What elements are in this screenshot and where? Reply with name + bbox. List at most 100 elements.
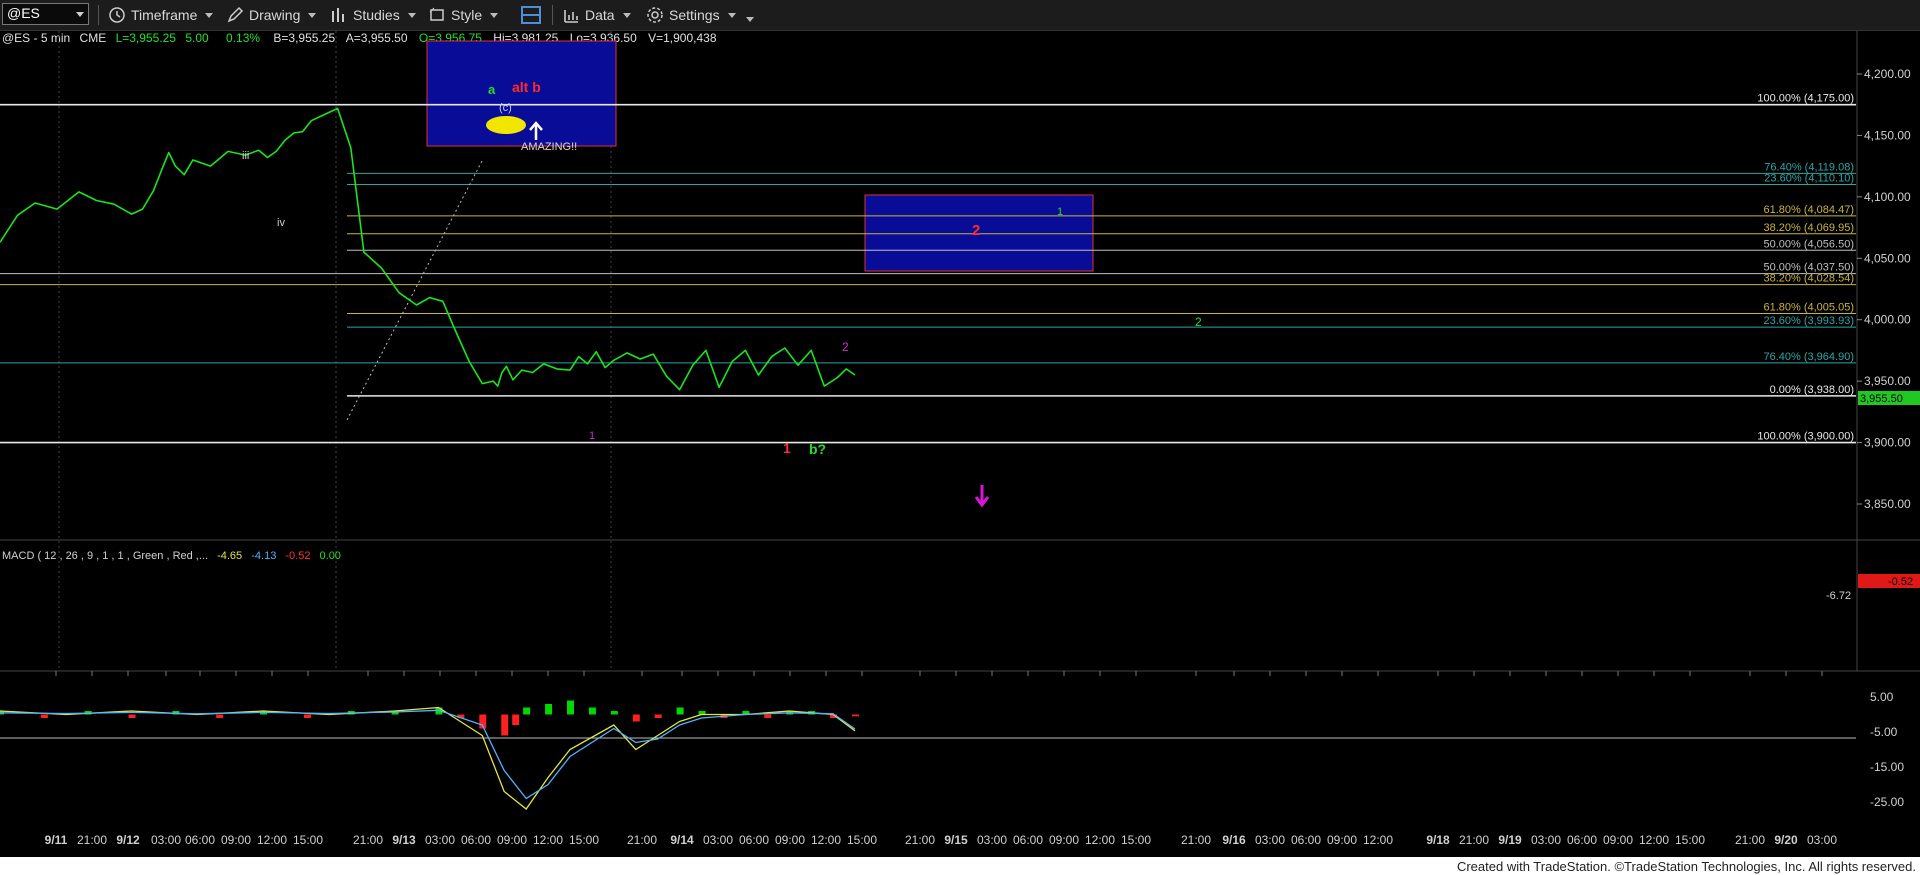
time-tick-label: 21:00 (905, 833, 935, 847)
anno-amazing: AMAZING!! (521, 141, 577, 153)
macd-axis: 5.00 -5.00 -15.00 -25.00 (1870, 690, 1904, 809)
layout-button[interactable] (520, 4, 542, 26)
time-tick-label: 03:00 (703, 833, 733, 847)
header-pct: 0.13% (226, 31, 260, 45)
anno-green-2: 2 (1195, 315, 1202, 329)
fib-label: 61.80% (4,084.47) (1763, 204, 1854, 216)
macd-line (0, 706, 856, 810)
macd-legend: MACD ( 12 , 26 , 9 , 1 , 1 , Green , Red… (2, 550, 341, 562)
time-tick-label: 9/14 (670, 833, 694, 847)
header-last: L=3,955.25 (116, 31, 177, 45)
time-tick-label: 09:00 (1603, 833, 1633, 847)
header-change: 5.00 (185, 31, 209, 45)
time-tick-label: 9/19 (1498, 833, 1522, 847)
time-tick-label: 03:00 (425, 833, 455, 847)
signal-line (0, 709, 856, 800)
footer-credit: Created with TradeStation. ©TradeStation… (1456, 859, 1916, 874)
anno-magenta-2: 2 (842, 340, 849, 354)
price-tick-label: 3,850.00 (1864, 497, 1911, 511)
hist-marker-label: -0.52 (1888, 576, 1913, 588)
macd-tick-label: -5.00 (1870, 725, 1898, 739)
anno-b-question: b? (809, 441, 826, 457)
settings-menu[interactable]: Settings (646, 4, 754, 26)
time-tick-label: 12:00 (1363, 833, 1393, 847)
macd-histogram-bar (216, 714, 224, 718)
toolbar-divider (552, 5, 553, 25)
pencil-icon (227, 6, 244, 23)
time-tick-label: 21:00 (1459, 833, 1489, 847)
price-tick-label: 4,000.00 (1864, 313, 1911, 327)
fib-label: 76.40% (3,964.90) (1763, 351, 1854, 363)
time-tick-label: 9/15 (944, 833, 968, 847)
macd-histogram-bar (764, 714, 772, 718)
time-tick-label: 9/20 (1774, 833, 1798, 847)
header-volume: V=1,900,438 (648, 31, 717, 45)
arrow-down-icon (974, 485, 990, 508)
time-tick-label: 03:00 (1255, 833, 1285, 847)
time-tick-label: 09:00 (497, 833, 527, 847)
chevron-down-icon (407, 12, 416, 18)
style-menu[interactable]: Style (428, 4, 499, 26)
price-line (0, 107, 856, 391)
style-label: Style (451, 7, 483, 23)
drawing-menu[interactable]: Drawing (226, 4, 317, 26)
current-price-label: 3,955.50 (1860, 393, 1903, 405)
time-tick-label: 06:00 (1567, 833, 1597, 847)
time-tick-label: 12:00 (1639, 833, 1669, 847)
time-tick-label: 03:00 (151, 833, 181, 847)
data-menu[interactable]: Data (562, 4, 631, 26)
time-tick-label: 15:00 (847, 833, 877, 847)
macd-histogram-bar (523, 707, 531, 715)
time-tick-label: 06:00 (1291, 833, 1321, 847)
time-tick-label: 12:00 (257, 833, 287, 847)
macd-histogram-bar (501, 714, 509, 736)
time-axis: 9/11 21:00 9/12 03:00 06:00 09:00 12:00 15:00 21… (45, 671, 1837, 847)
time-tick-label: 03:00 (1807, 833, 1837, 847)
macd-histogram-bar (676, 707, 684, 715)
time-tick-label: 03:00 (977, 833, 1007, 847)
time-tick-label: 9/13 (392, 833, 416, 847)
settings-label: Settings (669, 7, 720, 23)
fib-label: 100.00% (3,900.00) (1757, 431, 1854, 443)
data-label: Data (585, 7, 615, 23)
time-tick-label: 21:00 (627, 833, 657, 847)
macd-tick-label: 5.00 (1870, 690, 1894, 704)
chevron-down-icon (76, 12, 84, 17)
price-tick-label: 3,900.00 (1864, 436, 1911, 450)
anno-green-1: 1 (1057, 206, 1063, 218)
timeframe-menu[interactable]: Timeframe (108, 4, 214, 26)
price-tick-label: 4,200.00 (1864, 67, 1911, 81)
time-tick-label: 21:00 (353, 833, 383, 847)
fib-label: 50.00% (4,056.50) (1763, 238, 1854, 250)
macd-level-label: -6.72 (1826, 590, 1851, 602)
price-tick-label: 4,100.00 (1864, 190, 1911, 204)
symbol-input[interactable]: @ES (2, 3, 89, 25)
header-ask: A=3,955.50 (346, 31, 408, 45)
macd-title: MACD ( 12 , 26 , 9 , 1 , 1 , Green , Red… (2, 550, 208, 562)
price-tick-label: 3,950.00 (1864, 374, 1911, 388)
macd-series (0, 700, 1856, 810)
time-tick-label: 06:00 (739, 833, 769, 847)
time-tick-label: 9/12 (116, 833, 140, 847)
header-exchange: CME (80, 31, 107, 45)
fib-label: 23.60% (3,993.93) (1763, 315, 1854, 327)
macd-histogram-bar (852, 714, 859, 717)
price-chart[interactable]: @ES - 5 min CME L=3,955.25 5.00 0.13% B=… (0, 31, 1920, 857)
toolbar-divider (98, 5, 99, 25)
fib-label: 100.00% (4,175.00) (1757, 93, 1854, 105)
time-tick-label: 09:00 (221, 833, 251, 847)
studies-label: Studies (353, 7, 400, 23)
time-tick-label: 09:00 (1327, 833, 1357, 847)
studies-menu[interactable]: Studies (330, 4, 416, 26)
signal-value: -4.13 (251, 550, 276, 562)
macd-histogram-bar (128, 714, 136, 718)
time-tick-label: 09:00 (775, 833, 805, 847)
price-series (0, 107, 856, 391)
time-tick-label: 9/16 (1222, 833, 1246, 847)
fib-label: 23.60% (4,110.10) (1764, 172, 1854, 184)
macd-histogram-bar (545, 704, 553, 715)
fib-label: 38.20% (4,028.54) (1763, 273, 1854, 285)
fib-label: 61.80% (4,005.05) (1763, 302, 1854, 314)
fib-label: 0.00% (3,938.00) (1770, 384, 1854, 396)
timeframe-label: Timeframe (131, 7, 198, 23)
